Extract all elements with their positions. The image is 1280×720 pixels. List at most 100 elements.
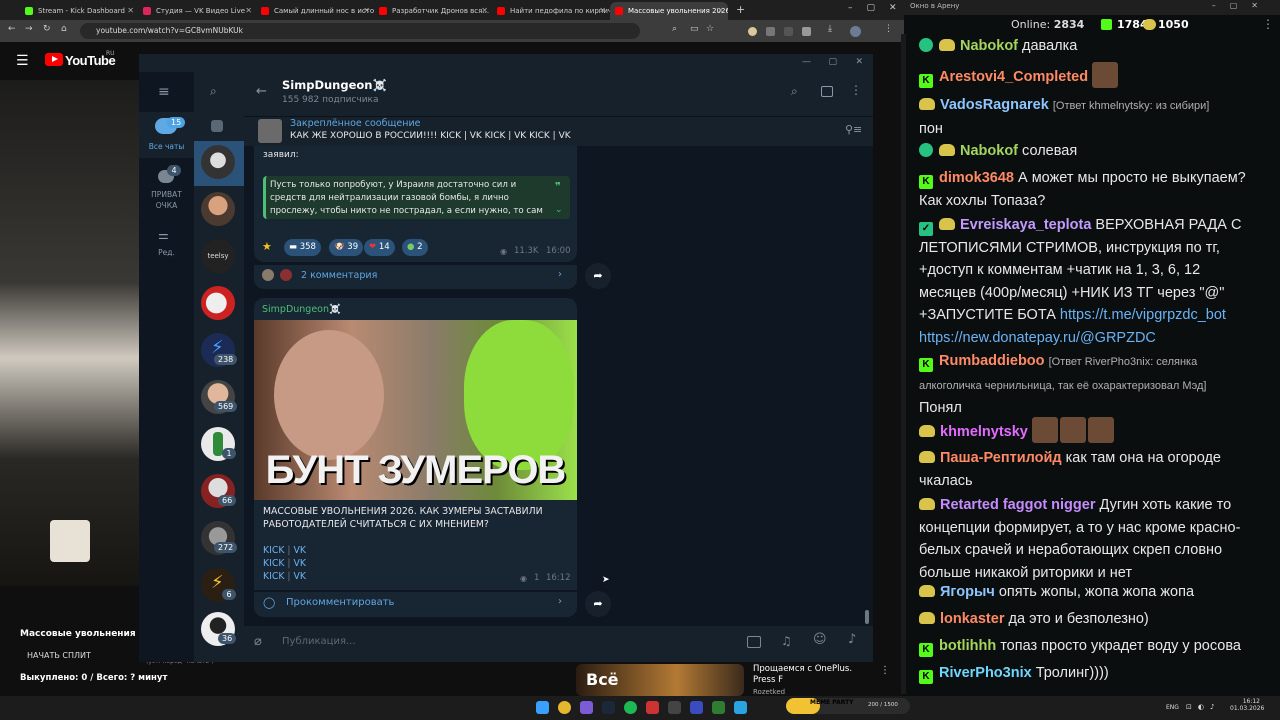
chat-username[interactable]: lonkaster xyxy=(940,611,1004,627)
post-image[interactable]: БУНТ ЗУМЕРОВ xyxy=(254,320,577,500)
clock[interactable]: 16:12 01.03.2026 xyxy=(1230,698,1264,712)
window-controls[interactable]: –▢✕ xyxy=(1212,1,1272,10)
back-icon[interactable]: ← xyxy=(8,24,16,34)
chevron-right-icon[interactable]: › xyxy=(558,269,562,280)
chat-username[interactable]: Retarted faggot nigger xyxy=(940,497,1095,513)
chevron-right-icon[interactable]: › xyxy=(558,596,562,607)
app-icon[interactable] xyxy=(580,701,593,714)
more-options-icon[interactable]: ⋮ xyxy=(850,83,862,97)
more-options-icon[interactable]: ⋮ xyxy=(1262,17,1274,31)
vk-link[interactable]: VK xyxy=(293,558,305,569)
comment-cta[interactable]: Прокомментировать xyxy=(286,597,394,608)
expand-chevron-icon[interactable]: ⌄ xyxy=(555,205,563,215)
spotify-icon[interactable] xyxy=(624,701,637,714)
app-icon[interactable] xyxy=(690,701,703,714)
reaction-chip[interactable]: ▬ 358 xyxy=(284,239,321,256)
system-tray-icons[interactable]: ⊡◐♪ xyxy=(1186,703,1220,711)
close-icon[interactable]: ✕ xyxy=(481,6,488,15)
hamburger-menu-icon[interactable]: ☰ xyxy=(16,53,29,69)
close-icon[interactable]: ✕ xyxy=(855,57,863,67)
post-author[interactable]: SimpDungeon☠️ xyxy=(262,304,341,315)
youtube-logo-icon[interactable] xyxy=(45,53,63,66)
chat-username[interactable]: Nabokof xyxy=(960,143,1018,159)
window-controls[interactable]: –▢✕ xyxy=(848,3,911,13)
edit-folders[interactable]: ⚌ Ред. xyxy=(139,226,194,262)
more-options-icon[interactable]: ⋮ xyxy=(880,665,890,676)
kick-link[interactable]: KICK xyxy=(263,571,284,582)
close-icon[interactable]: ✕ xyxy=(127,6,134,15)
chat-avatar[interactable] xyxy=(201,145,235,179)
archive-icon[interactable] xyxy=(211,120,223,132)
extension-icon[interactable] xyxy=(766,27,775,36)
chat-username[interactable]: botlihhh xyxy=(939,638,996,654)
minimize-icon[interactable]: — xyxy=(802,57,811,67)
reaction-chip[interactable]: ● 2 xyxy=(402,239,428,256)
vk-link[interactable]: VK xyxy=(293,571,305,582)
profile-avatar[interactable] xyxy=(850,26,861,37)
extension-icon[interactable] xyxy=(784,27,793,36)
start-icon[interactable] xyxy=(536,701,549,714)
url-input[interactable]: youtube.com/watch?v=GC8vmNUbKUk xyxy=(80,23,640,39)
browser-tab[interactable]: Stream - Kick Dashboard ✕ xyxy=(20,2,138,20)
menu-dots-icon[interactable]: ⋮ xyxy=(884,24,893,34)
share-button[interactable]: ➦ xyxy=(585,263,611,289)
chat-link[interactable]: https://t.me/vipgrpzdc_bot xyxy=(1060,307,1226,323)
search-icon[interactable]: ⌕ xyxy=(672,24,677,34)
chat-username[interactable]: Evreiskaya_teplota xyxy=(960,217,1091,233)
browser-tab[interactable]: Студия — VK Видео Live ✕ xyxy=(138,2,256,20)
reload-icon[interactable]: ↻ xyxy=(43,24,51,34)
browser-tab[interactable]: Найти педофила по кирпичу...✕ xyxy=(492,2,610,20)
forward-icon[interactable]: → xyxy=(25,24,33,34)
schedule-icon[interactable] xyxy=(747,636,761,648)
browser-tab[interactable]: Разработчик Дронов вся... ✕ xyxy=(374,2,492,20)
chat-avatar[interactable] xyxy=(201,192,235,226)
steam-icon[interactable] xyxy=(602,701,615,714)
chat-username[interactable]: Ягорыч xyxy=(940,584,995,600)
reaction-chip[interactable]: ❤ 14 xyxy=(364,239,395,256)
start-split-button[interactable]: НАЧАТЬ СПЛИТ xyxy=(27,651,91,660)
close-icon[interactable]: ✕ xyxy=(717,6,724,15)
folder-private[interactable]: 4 ПРИВАТ ОЧКА xyxy=(139,164,194,214)
chat-username[interactable]: RiverPho3nix xyxy=(939,665,1032,681)
bell-icon[interactable]: ♫ xyxy=(781,634,792,648)
chat-avatar[interactable]: teelsy xyxy=(201,239,235,273)
main-menu-icon[interactable]: ≡ xyxy=(158,84,170,100)
media-widget[interactable]: MEME PARTY 200 / 1500 xyxy=(786,698,910,714)
reaction-chip[interactable]: 🐶 39 xyxy=(329,239,364,256)
chat-username[interactable]: dimok3648 xyxy=(939,170,1014,186)
chat-username[interactable]: Rumbaddieboo xyxy=(939,353,1045,369)
telegram-icon[interactable] xyxy=(734,701,747,714)
emoji-icon[interactable]: ☺ xyxy=(813,632,827,647)
close-icon[interactable]: ✕ xyxy=(245,6,252,15)
new-tab-button[interactable]: + xyxy=(736,3,745,16)
chat-username[interactable]: Паша-Рептилойд xyxy=(940,450,1062,466)
folder-all-chats[interactable]: 15 Все чаты xyxy=(139,112,194,158)
close-icon[interactable]: ✕ xyxy=(599,6,606,15)
comments-count[interactable]: 2 комментария xyxy=(301,270,377,281)
chat-username[interactable]: Arestovi4_Completed xyxy=(939,69,1088,85)
download-icon[interactable]: ⤓ xyxy=(828,24,832,34)
channel-name[interactable]: SimpDungeon☠️ xyxy=(282,78,387,92)
extension-icon[interactable] xyxy=(748,27,757,36)
app-icon[interactable] xyxy=(668,701,681,714)
microphone-icon[interactable]: ♪ xyxy=(848,632,856,647)
bookmark-star-icon[interactable]: ☆ xyxy=(706,24,714,34)
recommended-thumbnail[interactable]: Всё xyxy=(576,664,744,696)
language-indicator[interactable]: ENG xyxy=(1166,704,1179,711)
recommended-title[interactable]: Прощаемся с OnePlus. Press F xyxy=(753,664,877,686)
maximize-icon[interactable]: ▢ xyxy=(828,57,837,67)
scrollbar-thumb[interactable] xyxy=(865,610,869,624)
chat-scrollbar[interactable] xyxy=(901,34,906,694)
chat-username[interactable]: Nabokof xyxy=(960,38,1018,54)
back-arrow-icon[interactable]: ← xyxy=(256,84,267,99)
video-player[interactable] xyxy=(0,80,140,586)
browser-tab-active[interactable]: Массовые увольнения 2026. В...✕ xyxy=(610,2,728,20)
browser-tab[interactable]: Самый длинный нос в истор...✕ xyxy=(256,2,374,20)
chrome-icon[interactable] xyxy=(558,701,571,714)
extension-icon[interactable] xyxy=(802,27,811,36)
star-reaction-icon[interactable]: ★ xyxy=(262,240,272,253)
attach-icon[interactable]: ⌀ xyxy=(254,634,262,649)
search-icon[interactable]: ⌕ xyxy=(791,84,798,99)
chat-link[interactable]: https://new.donatepay.ru/@GRPZDC xyxy=(919,330,1156,346)
home-icon[interactable]: ⌂ xyxy=(61,24,67,34)
